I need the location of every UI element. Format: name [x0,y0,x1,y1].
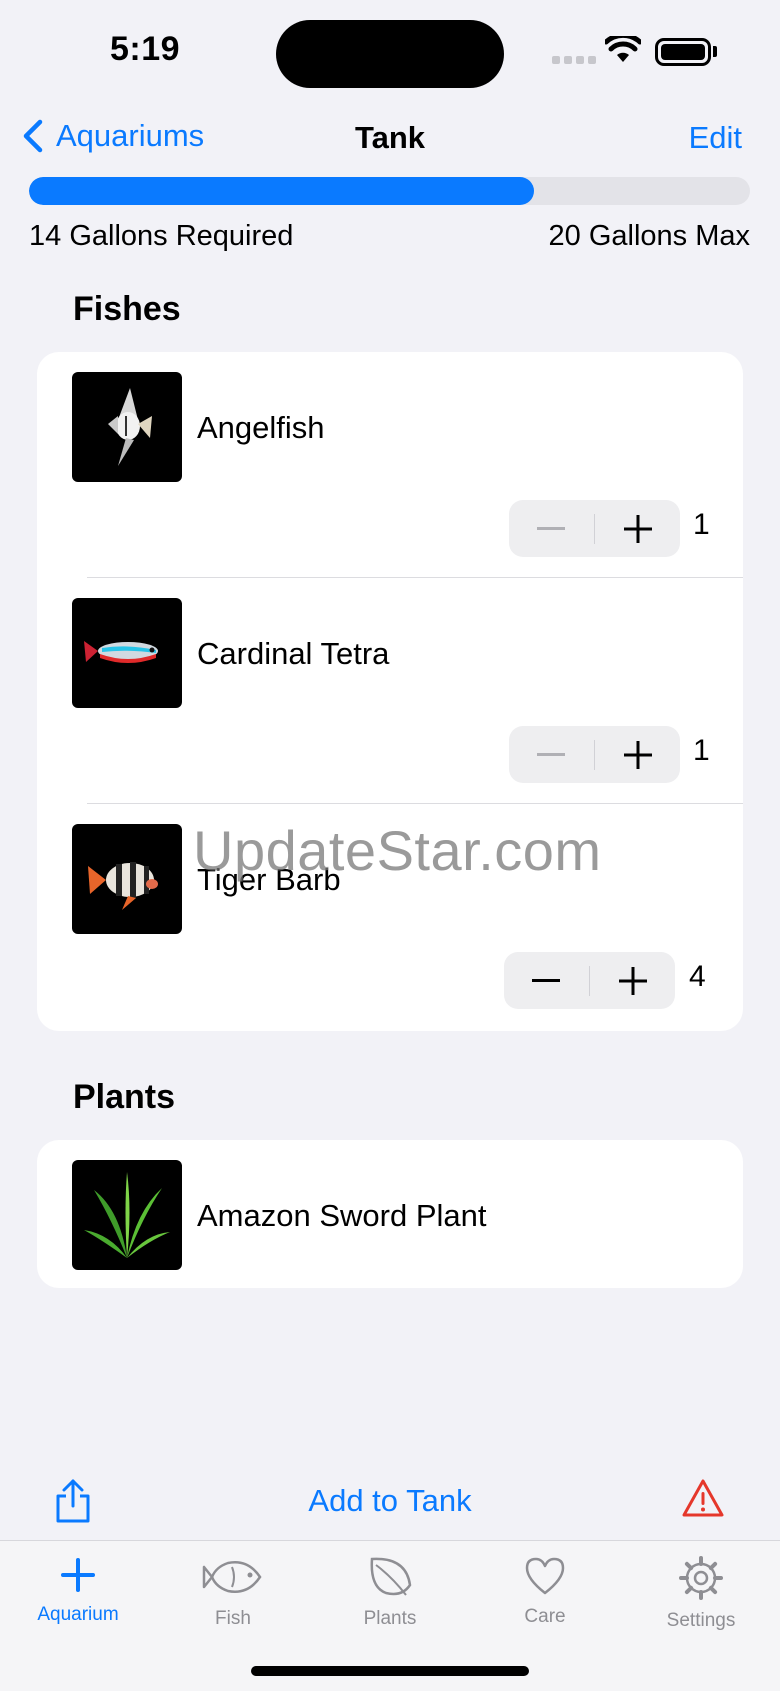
increment-button[interactable] [590,952,675,1009]
quantity-stepper [509,500,680,557]
plants-section-header: Plants [73,1078,176,1116]
plant-name: Amazon Sword Plant [197,1198,487,1233]
tab-label: Settings [666,1610,736,1631]
plus-icon [61,1558,95,1592]
tab-aquarium[interactable]: Aquarium [8,1555,148,1626]
minus-icon [537,752,566,756]
angelfish-image [72,372,182,482]
fish-count: 4 [689,960,706,993]
gear-icon [679,1556,723,1600]
fish-name: Cardinal Tetra [197,636,390,671]
minus-icon [537,526,566,530]
tab-label: Fish [215,1608,251,1629]
fishes-list: Angelfish 1 Cardinal Tetra 1 Tiger Barb … [37,352,743,1031]
battery-icon [655,38,711,66]
increment-button[interactable] [595,500,680,557]
tab-care[interactable]: Care [475,1555,615,1628]
tab-settings[interactable]: Settings [631,1555,771,1632]
cellular-signal-icon [552,56,596,64]
fishes-section-header: Fishes [73,290,181,328]
capacity-progress-fill [29,177,534,205]
plants-list: Amazon Sword Plant [37,1140,743,1288]
page-title: Tank [354,120,426,155]
amazon-sword-plant-image [72,1160,182,1270]
increment-button[interactable] [595,726,680,783]
fish-row-cardinal-tetra[interactable]: Cardinal Tetra 1 [37,578,743,804]
warning-button[interactable] [681,1478,725,1523]
plus-icon [623,514,652,543]
fish-icon [202,1561,262,1593]
add-to-tank-button[interactable]: Add to Tank [0,1483,780,1519]
tab-label: Aquarium [37,1604,119,1625]
quantity-stepper [504,952,675,1009]
tab-fish[interactable]: Fish [163,1555,303,1630]
status-time: 5:19 [110,30,181,68]
decrement-button[interactable] [509,726,594,783]
heart-icon [525,1557,565,1595]
decrement-button[interactable] [504,952,589,1009]
wifi-icon [603,32,643,69]
tiger-barb-image [72,824,182,934]
home-indicator [251,1666,529,1676]
gallons-max-label: 20 Gallons Max [548,220,751,252]
tab-plants[interactable]: Plants [320,1555,460,1630]
tab-label: Plants [363,1608,417,1629]
dynamic-island [276,20,504,88]
tab-label: Care [524,1606,566,1627]
edit-button[interactable]: Edit [689,120,742,156]
minus-icon [532,978,561,982]
leaf-icon [370,1557,412,1596]
fish-count: 1 [693,508,710,541]
gallons-required-label: 14 Gallons Required [29,220,294,252]
watermark: UpdateStar.com [193,819,602,882]
fish-count: 1 [693,734,710,767]
quantity-stepper [509,726,680,783]
decrement-button[interactable] [509,500,594,557]
plus-icon [618,966,647,995]
plus-icon [623,740,652,769]
capacity-progress-bar [29,177,750,205]
fish-name: Angelfish [197,410,325,445]
plant-row-amazon-sword[interactable]: Amazon Sword Plant [37,1140,743,1288]
cardinal-tetra-image [72,598,182,708]
warning-triangle-icon [682,1479,724,1517]
fish-row-angelfish[interactable]: Angelfish 1 [37,352,743,578]
